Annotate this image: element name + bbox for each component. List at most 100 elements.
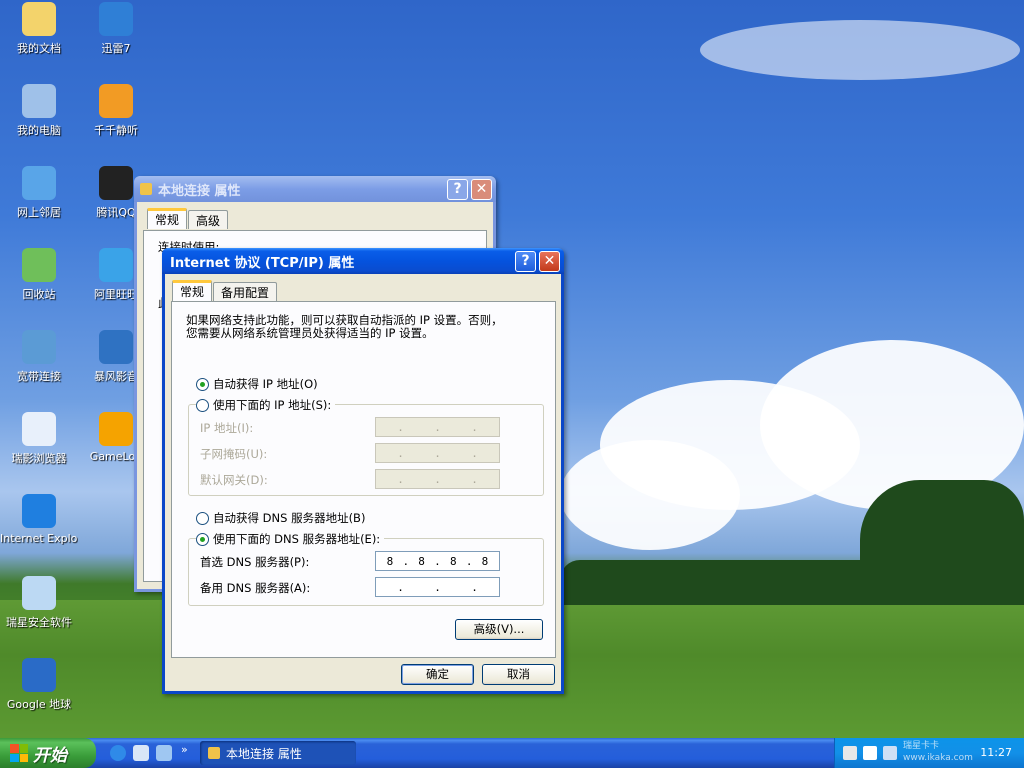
my-documents-icon [22, 2, 56, 36]
forest [860, 480, 1024, 605]
use-following-ip-radio[interactable]: 使用下面的 IP 地址(S): [196, 397, 336, 413]
recycle-bin-icon [22, 248, 56, 282]
tcpip-properties-dialog[interactable]: Internet 协议 (TCP/IP) 属性 ? ✕ 常规 备用配置 如果网络… [162, 248, 564, 694]
close-button[interactable]: ✕ [539, 251, 560, 272]
help-button[interactable]: ? [447, 179, 468, 200]
obtain-ip-auto-radio[interactable]: 自动获得 IP 地址(O) [196, 376, 318, 392]
desktop-icon-my-computer[interactable]: 我的电脑 [0, 84, 78, 138]
desktop-icon-label: 我的电脑 [17, 124, 61, 137]
taskbar-item-label: 本地连接 属性 [226, 746, 302, 761]
radio-label: 自动获得 IP 地址(O) [213, 377, 318, 391]
desktop-icon-broadband[interactable]: 宽带连接 [0, 330, 78, 384]
alternate-dns-field[interactable]: ... [375, 577, 500, 597]
ip-address-field[interactable]: ... [375, 417, 500, 437]
radio-label: 使用下面的 DNS 服务器地址(E): [213, 532, 381, 546]
desktop-icon-thunder[interactable]: 迅雷7 [77, 2, 155, 56]
desktop-icon-label: 网上邻居 [17, 206, 61, 219]
watermark: 瑞星卡卡 www.ikaka.com [903, 741, 973, 763]
use-following-dns-radio[interactable]: 使用下面的 DNS 服务器地址(E): [196, 531, 385, 547]
desktop-icon-label: 千千静听 [94, 124, 138, 137]
cancel-button[interactable]: 取消 [482, 664, 555, 685]
clock[interactable]: 11:27 [980, 746, 1012, 759]
rising-browser-icon [22, 412, 56, 446]
tab-advanced[interactable]: 高级 [188, 210, 229, 229]
desktop-icon-rising-browser[interactable]: 瑞影浏览器 [0, 412, 78, 466]
radio-dot-icon [196, 398, 209, 412]
broadband-icon [22, 330, 56, 364]
desktop-icon-label: 宽带连接 [17, 370, 61, 383]
start-button[interactable]: 开始 [0, 738, 96, 768]
ok-button[interactable]: 确定 [401, 664, 474, 685]
rising-security-icon [22, 576, 56, 610]
advanced-button[interactable]: 高级(V)... [455, 619, 543, 640]
aliwangwang-icon [99, 248, 133, 282]
radio-label: 使用下面的 IP 地址(S): [213, 398, 332, 412]
google-earth-icon [22, 658, 56, 692]
desktop-icon-network-places[interactable]: 网上邻居 [0, 166, 78, 220]
desktop-icon-google-earth[interactable]: Google 地球 [0, 658, 78, 712]
help-button[interactable]: ? [515, 251, 536, 272]
desktop-icon-label: 瑞影浏览器 [11, 452, 67, 465]
help-icon[interactable] [863, 746, 877, 760]
preferred-dns-field[interactable]: 8. 8. 8. 8 [375, 551, 500, 571]
taskbar-item-local-connection[interactable]: 本地连接 属性 [200, 741, 356, 765]
ttplayer-icon [99, 84, 133, 118]
octet: 8 [386, 554, 394, 568]
start-label: 开始 [33, 745, 67, 766]
network-icon [140, 183, 152, 195]
title-bar[interactable]: 本地连接 属性 ? ✕ [134, 176, 496, 202]
qq-icon [99, 166, 133, 200]
chevron-right-icon[interactable]: » [181, 743, 188, 756]
network-tray-icon[interactable] [883, 746, 897, 760]
radio-dot-icon [196, 532, 209, 546]
baofeng-icon [99, 330, 133, 364]
desktop-icon-recycle-bin[interactable]: 回收站 [0, 248, 78, 302]
radio-label: 自动获得 DNS 服务器地址(B) [213, 511, 366, 525]
tab-general[interactable]: 常规 [172, 280, 213, 301]
window-title: 本地连接 属性 [158, 183, 241, 199]
network-icon [208, 747, 220, 759]
network-places-icon [22, 166, 56, 200]
general-tab-panel: 如果网络支持此功能，则可以获取自动指派的 IP 设置。否则， 您需要从网络系统管… [171, 301, 556, 658]
media-quicklaunch-icon[interactable] [133, 745, 149, 761]
tab-alternate-config[interactable]: 备用配置 [213, 282, 278, 301]
subnet-mask-label: 子网掩码(U): [200, 447, 268, 461]
my-computer-icon [22, 84, 56, 118]
default-gateway-label: 默认网关(D): [200, 473, 268, 487]
preferred-dns-label: 首选 DNS 服务器(P): [200, 555, 310, 569]
desktop-icon-label: 回收站 [22, 288, 56, 301]
close-button[interactable]: ✕ [471, 179, 492, 200]
radio-dot-icon [196, 377, 209, 391]
gamelobby-icon [99, 412, 133, 446]
internet-explorer-icon [22, 494, 56, 528]
obtain-dns-auto-radio[interactable]: 自动获得 DNS 服务器地址(B) [196, 510, 365, 526]
ip-address-label: IP 地址(I): [200, 421, 254, 435]
cloud [700, 20, 1020, 80]
desktop-icon-label: 迅雷7 [101, 42, 131, 55]
keyboard-icon[interactable] [843, 746, 857, 760]
desktop-icon-ttplayer[interactable]: 千千静听 [77, 84, 155, 138]
default-gateway-field[interactable]: ... [375, 469, 500, 489]
windows-logo-icon [10, 744, 28, 762]
dialog-title: Internet 协议 (TCP/IP) 属性 [170, 255, 355, 271]
desktop-icon-label: 瑞星安全软件 [6, 616, 72, 629]
ie-quicklaunch-icon[interactable] [110, 745, 126, 761]
desktop-icon-my-documents[interactable]: 我的文档 [0, 2, 78, 56]
desktop-icon-internet-explorer[interactable]: Internet Explorer [0, 494, 78, 545]
system-tray: 瑞星卡卡 www.ikaka.com 11:27 [834, 738, 1024, 768]
desktop-icon-rising-security[interactable]: 瑞星安全软件 [0, 576, 78, 630]
taskbar: 开始 » 本地连接 属性 瑞星卡卡 www.ikaka.com 11:27 [0, 738, 1024, 768]
desktop-icon-label: Internet Explorer [0, 532, 78, 545]
radio-dot-icon [196, 511, 209, 525]
tab-general[interactable]: 常规 [147, 208, 188, 229]
title-bar[interactable]: Internet 协议 (TCP/IP) 属性 ? ✕ [162, 248, 564, 274]
desktop-icon-label: Google 地球 [6, 698, 72, 711]
subnet-mask-field[interactable]: ... [375, 443, 500, 463]
desktop-quicklaunch-icon[interactable] [156, 745, 172, 761]
thunder-icon [99, 2, 133, 36]
desktop-icon-label: 我的文档 [17, 42, 61, 55]
octet: 8 [481, 554, 489, 568]
octet: 8 [449, 554, 457, 568]
cloud [560, 440, 740, 550]
description-text: 如果网络支持此功能，则可以获取自动指派的 IP 设置。否则， 您需要从网络系统管… [186, 314, 503, 340]
